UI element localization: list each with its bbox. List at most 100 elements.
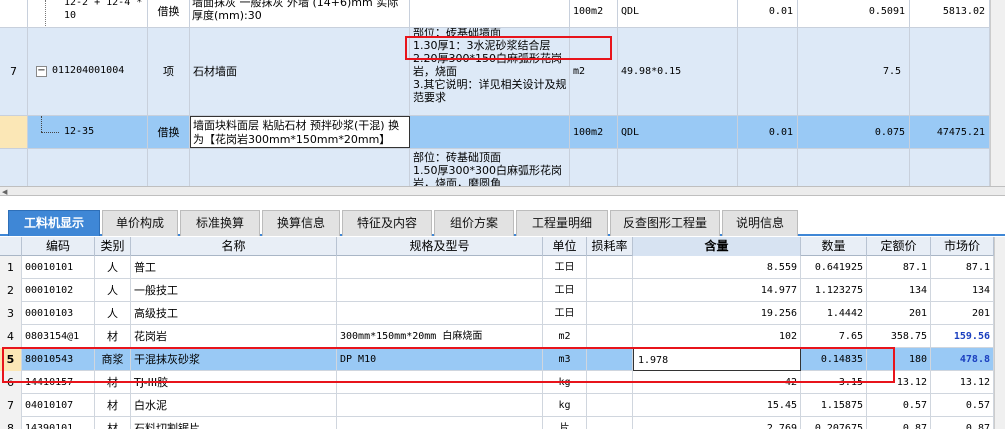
- tab-standard-conversion[interactable]: 标准换算: [180, 210, 260, 236]
- material-spec: [337, 371, 543, 394]
- tree-line: [41, 116, 42, 132]
- material-name: 石料切割锯片: [131, 417, 337, 429]
- table-row[interactable]: 1 00010101 人普工 工日 8.559 0.641925 87.1 87.1: [0, 256, 1005, 279]
- scroll-left-icon[interactable]: ◀: [2, 188, 7, 196]
- header-unit[interactable]: 单位: [543, 237, 587, 256]
- detail-tabs: 工料机显示 单价构成 标准换算 换算信息 特征及内容 组价方案 工程量明细 反查…: [0, 206, 1005, 236]
- item-unit: m2: [570, 28, 618, 115]
- material-content[interactable]: 102: [633, 325, 801, 348]
- table-row[interactable]: 部位：砖基础顶面 1.50厚300*300白麻弧形花岗岩，烧面，磨圆角: [0, 149, 1005, 186]
- table-row[interactable]: 7 04010107 材白水泥 kg 15.45 1.15875 0.57 0.57: [0, 394, 1005, 417]
- grid-header: 编码 类别 名称 规格及型号 单位 损耗率 含量 数量 定额价 市场价: [0, 237, 1005, 256]
- tab-features[interactable]: 特征及内容: [342, 210, 432, 236]
- material-content[interactable]: 2.769: [633, 417, 801, 429]
- feature-line: 1.50厚300*300白麻弧形花岗岩，烧面，磨圆角: [413, 164, 562, 186]
- material-category: 商浆: [95, 348, 131, 371]
- header-content[interactable]: 含量: [633, 237, 801, 256]
- material-category: 人: [95, 279, 131, 302]
- material-quantity: 0.641925: [801, 256, 867, 279]
- item-type: 项: [148, 28, 190, 115]
- material-spec: [337, 256, 543, 279]
- grid-vertical-scrollbar[interactable]: [994, 237, 1005, 429]
- material-quantity: 0.14835: [801, 348, 867, 371]
- item-total: 5813.02: [910, 0, 990, 27]
- material-name: 普工: [131, 256, 337, 279]
- row-number: 7: [0, 394, 22, 417]
- vertical-scrollbar[interactable]: [990, 0, 1005, 186]
- material-name: 高级技工: [131, 302, 337, 325]
- header-quota-price[interactable]: 定额价: [867, 237, 931, 256]
- material-unit: kg: [543, 371, 587, 394]
- table-row[interactable]: 3 00010103 人高级技工 工日 19.256 1.4442 201 201: [0, 302, 1005, 325]
- header-loss-rate[interactable]: 损耗率: [587, 237, 633, 256]
- table-row[interactable]: 7 − 011204001004 项 石材墙面 部位：砖基础墙面 1.30厚1：…: [0, 28, 1005, 116]
- item-qty: 0.01: [738, 116, 798, 148]
- tab-reverse-graphic[interactable]: 反查图形工程量: [610, 210, 720, 236]
- material-unit: 工日: [543, 256, 587, 279]
- material-spec: [337, 279, 543, 302]
- table-row[interactable]: 12-35 借换 墙面块料面层 粘贴石材 预拌砂浆(干混) 换为【花岗岩300m…: [0, 116, 1005, 149]
- material-name: 白水泥: [131, 394, 337, 417]
- tab-conversion-info[interactable]: 换算信息: [262, 210, 340, 236]
- material-unit: 片: [543, 417, 587, 429]
- material-content[interactable]: 1.978: [633, 348, 801, 371]
- material-market-price: 0.87: [931, 417, 994, 429]
- item-name: 墙面块料面层 粘贴石材 预拌砂浆(干混) 换为【花岗岩300mm*150mm*2…: [193, 119, 400, 146]
- header-category[interactable]: 类别: [95, 237, 131, 256]
- row-number: 8: [0, 417, 22, 429]
- tab-notes[interactable]: 说明信息: [722, 210, 798, 236]
- header-spec[interactable]: 规格及型号: [337, 237, 543, 256]
- item-features: 部位：砖基础墙面 1.30厚1：3水泥砂浆结合层 2.20厚300*150白麻弧…: [410, 28, 570, 115]
- table-row[interactable]: 12-2 + 12-4 * 10 借换 墙面抹灰 一般抹灰 外墙 (14+6)m…: [0, 0, 1005, 28]
- header-quantity[interactable]: 数量: [801, 237, 867, 256]
- tab-pricing-scheme[interactable]: 组价方案: [434, 210, 514, 236]
- header-market-price[interactable]: 市场价: [931, 237, 994, 256]
- material-content[interactable]: 15.45: [633, 394, 801, 417]
- material-loss-rate: [587, 256, 633, 279]
- material-quantity: 1.123275: [801, 279, 867, 302]
- header-name[interactable]: 名称: [131, 237, 337, 256]
- material-content[interactable]: 42: [633, 371, 801, 394]
- tab-unit-price[interactable]: 单价构成: [102, 210, 178, 236]
- material-code: 14390101: [22, 417, 95, 429]
- material-loss-rate: [587, 417, 633, 429]
- material-name: 干混抹灰砂浆: [131, 348, 337, 371]
- material-loss-rate: [587, 279, 633, 302]
- item-features: 部位：砖基础顶面 1.50厚300*300白麻弧形花岗岩，烧面，磨圆角: [410, 149, 570, 186]
- table-row[interactable]: 4 0803154@1 材花岗岩 300mm*150mm*20mm 白麻烧面 m2 102…: [0, 325, 1005, 348]
- material-quota-price: 134: [867, 279, 931, 302]
- feature-line: 1.30厚1：3水泥砂浆结合层: [413, 39, 551, 52]
- material-unit: m3: [543, 348, 587, 371]
- material-spec: DP M10: [337, 348, 543, 371]
- table-row[interactable]: 5 80010543 商浆 干混抹灰砂浆 DP M10 m3 1.978 0.14835 180…: [0, 348, 1005, 371]
- table-row[interactable]: 2 00010102 人一般技工 工日 14.977 1.123275 134 134: [0, 279, 1005, 302]
- panel-splitter[interactable]: ◀: [0, 186, 1005, 196]
- item-total: 47475.21: [910, 116, 990, 148]
- material-market-price: 134: [931, 279, 994, 302]
- material-quota-price: 180: [867, 348, 931, 371]
- material-content[interactable]: 19.256: [633, 302, 801, 325]
- material-quantity: 1.15875: [801, 394, 867, 417]
- collapse-toggle-icon[interactable]: −: [36, 66, 47, 77]
- material-content[interactable]: 8.559: [633, 256, 801, 279]
- material-name: 花岗岩: [131, 325, 337, 348]
- material-quota-price: 0.57: [867, 394, 931, 417]
- material-name: TJ-III胶: [131, 371, 337, 394]
- item-expr: QDL: [618, 0, 738, 27]
- material-code: 0803154@1: [22, 325, 95, 348]
- tab-quantity-details[interactable]: 工程量明细: [516, 210, 608, 236]
- material-quota-price: 87.1: [867, 256, 931, 279]
- material-spec: 300mm*150mm*20mm 白麻烧面: [337, 325, 543, 348]
- header-code[interactable]: 编码: [22, 237, 95, 256]
- material-code: 14410157: [22, 371, 95, 394]
- material-content[interactable]: 14.977: [633, 279, 801, 302]
- material-spec: [337, 302, 543, 325]
- material-spec: [337, 417, 543, 429]
- material-unit: 工日: [543, 279, 587, 302]
- material-quantity: 7.65: [801, 325, 867, 348]
- material-code: 00010101: [22, 256, 95, 279]
- table-row[interactable]: 8 14390101 材石料切割锯片片 2.769 0.207675 0.87 0.87: [0, 417, 1005, 429]
- tab-material-display[interactable]: 工料机显示: [8, 210, 100, 236]
- table-row[interactable]: 6 14410157 材 TJ-III胶 kg 42 3.15 13.12 13.12: [0, 371, 1005, 394]
- material-spec: [337, 394, 543, 417]
